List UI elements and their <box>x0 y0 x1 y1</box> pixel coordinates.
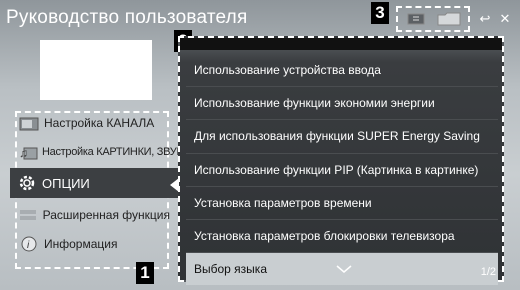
sidebar-item-label: Настройка КАНАЛА <box>44 115 155 130</box>
sidebar-item-label: Расширенная функция <box>42 207 170 222</box>
close-button[interactable]: ✕ <box>498 11 512 27</box>
sidebar-item-info[interactable]: i Информация <box>12 229 170 258</box>
list-item[interactable]: Использование устройства ввода <box>186 54 498 88</box>
page-indicator: 1/2 <box>480 266 496 278</box>
sidebar-item-channel[interactable]: Настройка КАНАЛА <box>12 108 170 137</box>
scroll-down-icon[interactable] <box>336 261 352 276</box>
list-view-button[interactable] <box>404 11 428 27</box>
list-item[interactable]: Установка параметров времени <box>186 187 498 220</box>
tv-channel-icon <box>18 114 40 132</box>
selection-pointer-icon <box>170 178 179 192</box>
list-item[interactable]: Установка параметров блокировки телевизо… <box>186 220 498 254</box>
sidebar-item-advanced[interactable]: Расширенная функция <box>12 200 170 229</box>
list-icon <box>407 13 425 25</box>
svg-text:♫: ♫ <box>19 146 28 160</box>
advanced-function-icon <box>18 206 39 224</box>
badge-1: 1 <box>136 262 154 284</box>
sidebar-item-picture-sound[interactable]: ♫ Настройка КАРТИНКИ, ЗВУКА <box>12 137 190 166</box>
user-guide-screen: Руководство пользователя 3 ↩ ✕ 1 Настрой… <box>0 0 520 290</box>
list-item[interactable]: Использование функции PIP (Картинка в ка… <box>186 154 498 187</box>
sidebar-menu: Настройка КАНАЛА ♫ Настройка КАРТИНКИ, З… <box>10 108 190 258</box>
close-icon: ✕ <box>499 11 511 26</box>
sidebar-item-label: ОПЦИИ <box>42 175 90 191</box>
back-button[interactable]: ↩ <box>478 11 492 27</box>
folder-icon <box>437 12 461 26</box>
sidebar-item-label: Настройка КАРТИНКИ, ЗВУКА <box>42 145 190 158</box>
sidebar-item-label: Информация <box>44 236 118 251</box>
topic-list: Использование устройства ввода Использов… <box>186 54 498 286</box>
list-item[interactable]: Для использования функции SUPER Energy S… <box>186 120 498 154</box>
folder-button[interactable] <box>434 11 464 27</box>
info-icon: i <box>18 235 40 253</box>
content-panel: Использование устройства ввода Использов… <box>170 36 504 286</box>
music-picture-icon: ♫ <box>18 143 38 161</box>
badge-3: 3 <box>371 2 389 24</box>
list-item[interactable]: Использование функции экономии энергии <box>186 87 498 121</box>
sidebar-item-options[interactable]: ОПЦИИ <box>10 168 180 198</box>
page-title: Руководство пользователя <box>6 7 248 28</box>
back-icon: ↩ <box>479 11 491 26</box>
preview-thumbnail <box>40 40 152 100</box>
gear-icon <box>16 174 38 192</box>
